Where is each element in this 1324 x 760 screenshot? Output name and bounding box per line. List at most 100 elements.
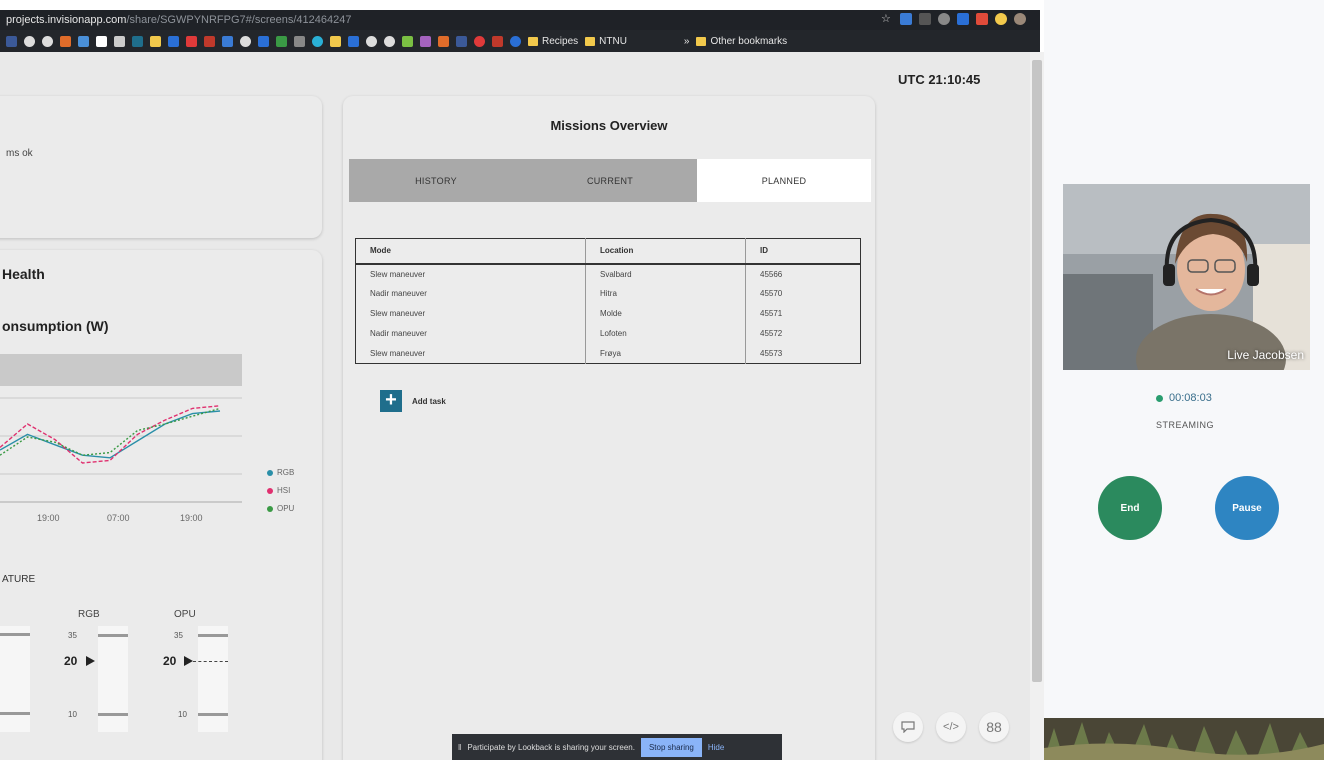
cell-mode: Nadir maneuver bbox=[355, 283, 586, 304]
extension-icon[interactable] bbox=[938, 13, 950, 25]
gauge-pointer bbox=[86, 656, 95, 666]
hide-button[interactable]: Hide bbox=[708, 743, 724, 752]
bookmarks-overflow[interactable]: » bbox=[684, 36, 690, 47]
gauge-track-rgb bbox=[98, 626, 128, 732]
bookmark-icon[interactable] bbox=[438, 35, 449, 47]
tab-history[interactable]: HISTORY bbox=[349, 159, 523, 202]
column-header-location[interactable]: Location bbox=[585, 238, 746, 265]
column-header-id[interactable]: ID bbox=[745, 238, 861, 265]
bookmark-icon[interactable] bbox=[492, 35, 503, 47]
cell-id: 45566 bbox=[760, 269, 783, 279]
bookmark-label: NTNU bbox=[599, 35, 627, 47]
table-row[interactable]: Nadir maneuver Lofoten 45572 bbox=[355, 323, 861, 344]
tab-planned[interactable]: PLANNED bbox=[697, 159, 871, 202]
bookmark-icon[interactable] bbox=[258, 35, 269, 47]
extension-icon[interactable] bbox=[995, 13, 1007, 25]
bookmark-icon[interactable] bbox=[312, 35, 323, 47]
table-row[interactable]: Slew maneuver Frøya 45573 bbox=[355, 343, 861, 364]
bookmark-other[interactable]: Other bookmarks bbox=[696, 36, 787, 47]
bookmark-icon[interactable] bbox=[348, 35, 359, 47]
scrollbar[interactable] bbox=[1030, 52, 1044, 760]
avatar[interactable] bbox=[1014, 13, 1026, 25]
gauge-tick bbox=[98, 634, 128, 637]
stop-sharing-button[interactable]: Stop sharing bbox=[640, 737, 702, 757]
bookmark-icon[interactable] bbox=[420, 35, 431, 47]
bookmark-icon[interactable] bbox=[276, 35, 287, 47]
temperature-title: ATURE bbox=[2, 574, 36, 585]
pause-icon: ‖ bbox=[458, 742, 462, 752]
utc-clock: UTC 21:10:45 bbox=[898, 72, 981, 87]
gauge-tick bbox=[0, 633, 30, 636]
gauge-tick bbox=[98, 713, 128, 716]
bookmark-icon[interactable] bbox=[24, 35, 35, 47]
bookmark-icon[interactable] bbox=[42, 35, 53, 47]
bookmark-icon[interactable] bbox=[510, 35, 521, 47]
gauge-tick bbox=[198, 634, 228, 637]
power-chart bbox=[0, 397, 242, 503]
bookmark-icon[interactable] bbox=[168, 35, 179, 47]
bookmark-icon[interactable] bbox=[240, 35, 251, 47]
bookmark-icon[interactable] bbox=[330, 35, 341, 47]
screen: projects.invisionapp.com /share/SGWPYNRF… bbox=[0, 0, 1324, 760]
tab-current[interactable]: CURRENT bbox=[523, 159, 697, 202]
table-row[interactable]: Slew maneuver Svalbard 45566 bbox=[355, 263, 861, 284]
background-image bbox=[1044, 718, 1324, 760]
comment-button[interactable] bbox=[893, 712, 923, 742]
bookmark-icon[interactable] bbox=[294, 35, 305, 47]
table-row[interactable]: Nadir maneuver Hitra 45570 bbox=[355, 283, 861, 304]
extension-icon[interactable] bbox=[957, 13, 969, 25]
screen-share-banner: ‖ Participate by Lookback is sharing you… bbox=[452, 734, 782, 760]
legend-label: OPU bbox=[277, 504, 295, 513]
browser-url-bar[interactable]: projects.invisionapp.com /share/SGWPYNRF… bbox=[0, 10, 1040, 30]
bookmark-icon[interactable] bbox=[384, 35, 395, 47]
grid-button[interactable]: 88 bbox=[979, 712, 1009, 742]
bookmark-icon[interactable] bbox=[60, 35, 71, 47]
cell-id: 45570 bbox=[760, 289, 783, 298]
url-host: projects.invisionapp.com bbox=[6, 14, 127, 26]
bookmark-icon[interactable] bbox=[150, 35, 161, 47]
x-tick-label: 07:00 bbox=[107, 513, 130, 523]
extension-icon[interactable] bbox=[919, 13, 931, 25]
pause-call-button[interactable]: Pause bbox=[1215, 476, 1279, 540]
add-task-button[interactable]: + Add task bbox=[380, 390, 446, 412]
bookmark-icon[interactable] bbox=[474, 35, 485, 47]
table-row[interactable]: Slew maneuver Molde 45571 bbox=[355, 303, 861, 324]
bookmark-icon[interactable] bbox=[222, 35, 233, 47]
legend-item-rgb: RGB bbox=[267, 468, 294, 477]
extension-icons: ☆ bbox=[881, 13, 1026, 25]
cell-id: 45573 bbox=[760, 348, 783, 358]
bookmark-icon[interactable] bbox=[132, 35, 143, 47]
bookmark-recipes[interactable]: Recipes bbox=[528, 36, 578, 47]
bookmark-icon[interactable] bbox=[78, 35, 89, 47]
cell-id: 45572 bbox=[760, 329, 783, 338]
bookmark-icon[interactable] bbox=[6, 35, 17, 47]
gauge-label-rgb: RGB bbox=[78, 609, 100, 620]
bookmark-icon[interactable] bbox=[402, 35, 413, 47]
column-header-mode[interactable]: Mode bbox=[355, 238, 586, 265]
url-path: /share/SGWPYNRFPG7#/screens/412464247 bbox=[126, 14, 352, 26]
legend-dot bbox=[267, 505, 273, 512]
grid-icon: 88 bbox=[986, 719, 1002, 735]
power-header-bar bbox=[0, 354, 242, 386]
bookmark-icon[interactable] bbox=[114, 35, 125, 47]
gauge-pointer bbox=[184, 656, 193, 666]
gauge-dash-line bbox=[193, 661, 228, 662]
bookmark-icon[interactable] bbox=[186, 35, 197, 47]
bookmark-ntnu[interactable]: NTNU bbox=[585, 36, 627, 47]
extension-icon[interactable] bbox=[900, 13, 912, 25]
bookmark-icon[interactable] bbox=[456, 35, 467, 47]
end-call-button[interactable]: End bbox=[1098, 476, 1162, 540]
bookmark-icon[interactable] bbox=[204, 35, 215, 47]
star-icon[interactable]: ☆ bbox=[881, 13, 893, 25]
legend-dot bbox=[267, 487, 273, 494]
power-title: onsumption (W) bbox=[2, 318, 109, 334]
folder-icon bbox=[528, 36, 538, 46]
scrollbar-thumb[interactable] bbox=[1032, 60, 1042, 682]
bookmark-icon[interactable] bbox=[96, 35, 107, 47]
add-task-label: Add task bbox=[412, 396, 446, 406]
extension-icon[interactable] bbox=[976, 13, 988, 25]
bookmark-icon[interactable] bbox=[366, 35, 377, 47]
code-button[interactable]: </> bbox=[936, 712, 966, 742]
legend-item-hsi: HSI bbox=[267, 486, 290, 495]
status-text: ms ok bbox=[6, 148, 33, 159]
